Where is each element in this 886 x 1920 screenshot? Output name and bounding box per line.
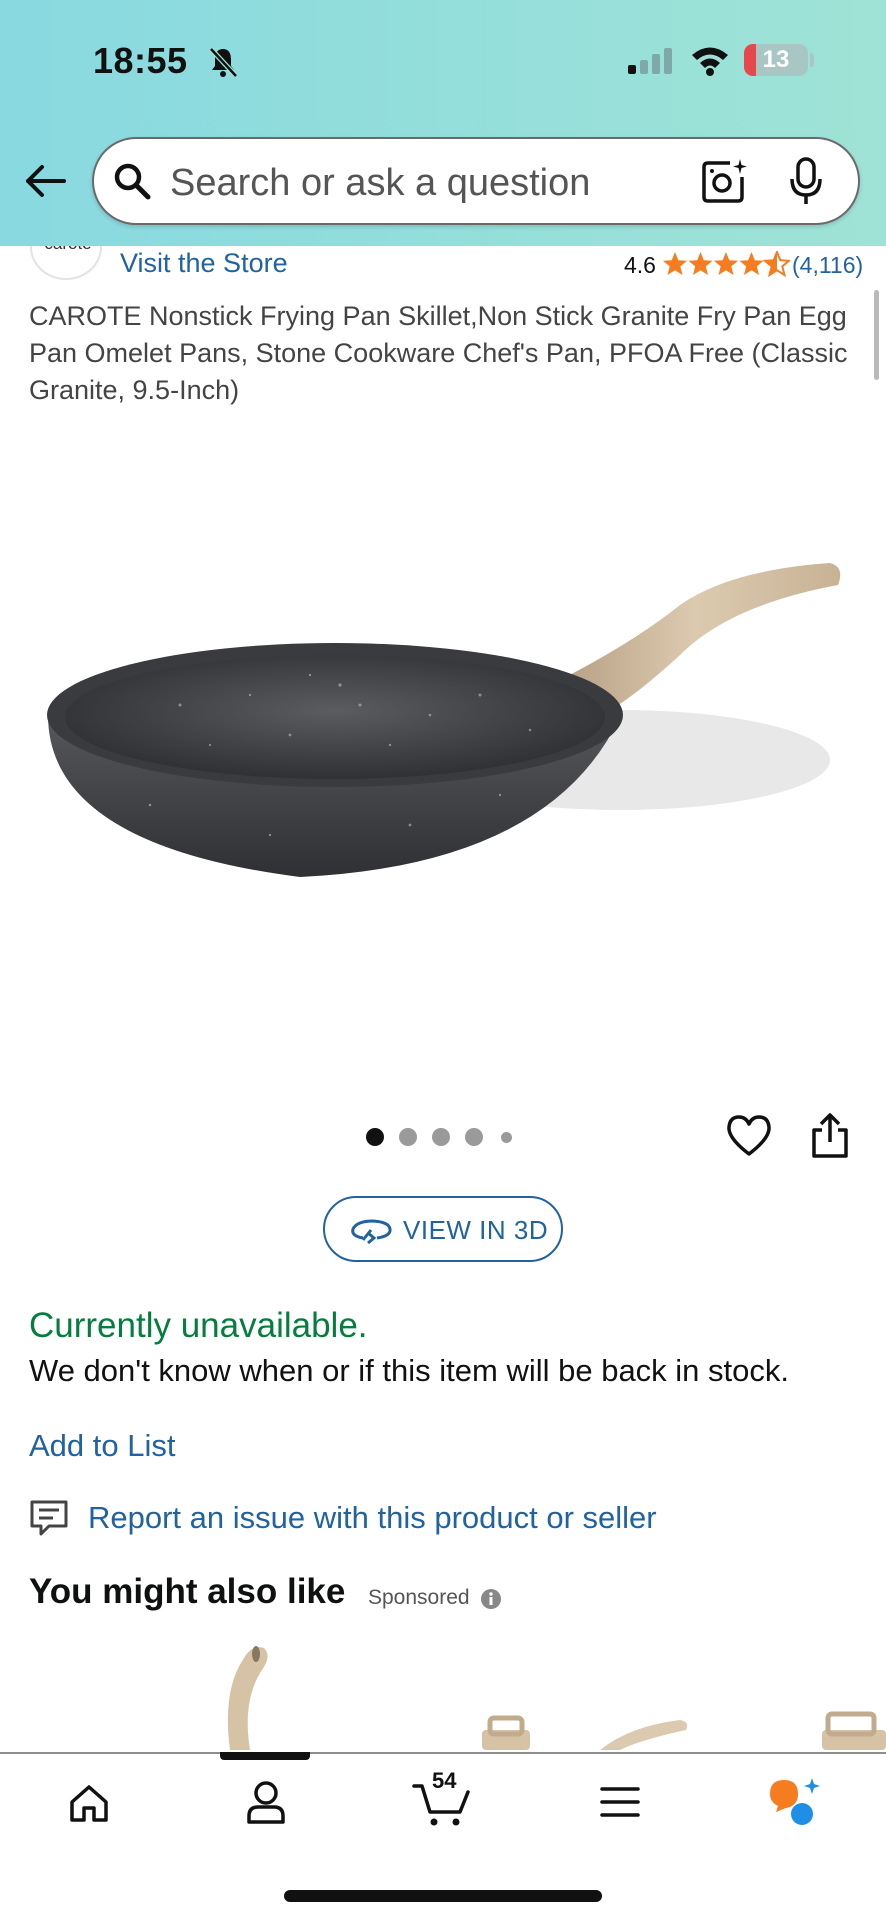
view-in-3d-label: VIEW IN 3D bbox=[403, 1215, 549, 1245]
rating-value: 4.6 bbox=[624, 252, 656, 278]
status-time: 18:55 bbox=[93, 40, 188, 81]
pagination-dot[interactable] bbox=[366, 1128, 384, 1146]
add-to-list-link[interactable]: Add to List bbox=[29, 1428, 175, 1464]
battery-tip bbox=[810, 53, 814, 67]
recommendation-carousel[interactable] bbox=[0, 1630, 886, 1750]
heart-icon[interactable] bbox=[726, 1114, 772, 1158]
pagination-dot[interactable] bbox=[399, 1128, 417, 1146]
view-in-3d-button[interactable]: VIEW IN 3D bbox=[323, 1196, 563, 1262]
battery-level: 13 bbox=[762, 46, 790, 73]
info-icon[interactable] bbox=[480, 1588, 502, 1610]
microphone-icon[interactable] bbox=[788, 157, 824, 207]
search-input[interactable]: Search or ask a question bbox=[170, 161, 590, 205]
pagination-dot[interactable] bbox=[432, 1128, 450, 1146]
bell-slash-icon bbox=[209, 47, 238, 78]
section-heading: You might also like bbox=[29, 1572, 346, 1611]
back-arrow-icon[interactable] bbox=[24, 160, 66, 202]
image-pagination-dots[interactable] bbox=[366, 1128, 516, 1148]
share-icon[interactable] bbox=[810, 1112, 850, 1160]
rating-count-link[interactable]: (4,116) bbox=[792, 252, 863, 279]
pagination-dot[interactable] bbox=[501, 1132, 512, 1143]
cart-count: 54 bbox=[432, 1768, 457, 1793]
report-issue-link[interactable]: Report an issue with this product or sel… bbox=[88, 1500, 657, 1536]
visit-store-link[interactable]: Visit the Store bbox=[120, 248, 288, 279]
availability-status: Currently unavailable. bbox=[29, 1306, 368, 1345]
signal-icon bbox=[628, 48, 672, 74]
sponsored-label: Sponsored bbox=[368, 1586, 470, 1609]
top-header: 18:55 13 Search or ask a question bbox=[0, 0, 886, 246]
camera-icon[interactable] bbox=[700, 157, 748, 205]
report-message-icon bbox=[30, 1500, 68, 1536]
menu-icon[interactable] bbox=[598, 1784, 642, 1820]
battery-icon: 13 bbox=[744, 44, 808, 76]
product-image[interactable] bbox=[30, 545, 850, 925]
rotate-3d-icon bbox=[351, 1219, 392, 1245]
product-title: CAROTE Nonstick Frying Pan Skillet,Non S… bbox=[29, 301, 848, 405]
wifi-icon bbox=[692, 47, 728, 76]
availability-message: We don't know when or if this item will … bbox=[29, 1353, 789, 1388]
search-bar[interactable]: Search or ask a question bbox=[92, 137, 860, 225]
home-indicator bbox=[284, 1890, 602, 1902]
active-tab-indicator bbox=[220, 1752, 310, 1760]
ai-assistant-icon[interactable] bbox=[766, 1776, 822, 1826]
scroll-indicator bbox=[874, 290, 879, 380]
home-icon[interactable] bbox=[68, 1782, 110, 1824]
search-icon bbox=[114, 163, 151, 200]
rating-stars-icon[interactable] bbox=[662, 251, 790, 277]
account-icon[interactable] bbox=[246, 1780, 286, 1824]
pagination-dot[interactable] bbox=[465, 1128, 483, 1146]
